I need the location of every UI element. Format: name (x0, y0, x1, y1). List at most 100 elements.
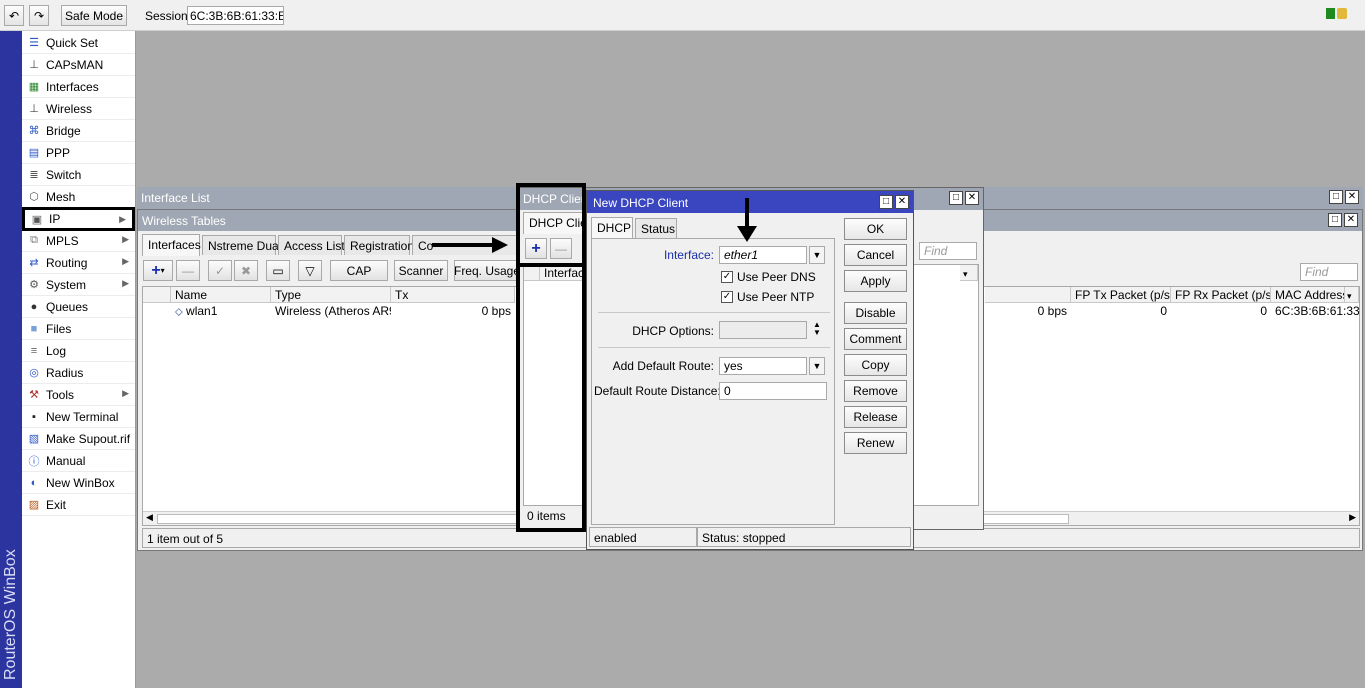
dhcp-form-panel: Interface: ether1 ▼ ✓ Use Peer DNS ✓ Use… (591, 238, 835, 525)
column-header-tx[interactable]: Tx (391, 287, 515, 303)
menu-item-system[interactable]: ⚙ System ▶ (22, 274, 135, 296)
add-default-route-select[interactable]: yes (719, 357, 807, 375)
menu-item-ppp[interactable]: ▤ PPP (22, 142, 135, 164)
maximize-button[interactable]: □ (879, 195, 893, 209)
use-peer-ntp-checkbox[interactable]: ✓ Use Peer NTP (721, 290, 814, 304)
menu-item-exit[interactable]: ▨ Exit (22, 494, 135, 516)
chevron-down-icon: ▾ (160, 266, 165, 275)
menu-item-mpls[interactable]: ⧉ MPLS ▶ (22, 230, 135, 252)
freq-usage-button[interactable]: Freq. Usage (454, 260, 520, 281)
menu-item-new-terminal[interactable]: ▪ New Terminal (22, 406, 135, 428)
maximize-button[interactable]: □ (949, 191, 963, 205)
column-header-name[interactable]: Name (171, 287, 271, 303)
copy-button[interactable]: Copy (844, 354, 907, 376)
dhcp-options-spinner[interactable]: ▲ ▼ (811, 321, 823, 339)
menu-item-files[interactable]: ■ Files (22, 318, 135, 340)
add-default-route-dropdown[interactable]: ▼ (809, 357, 825, 375)
menu-item-switch[interactable]: ≣ Switch (22, 164, 135, 186)
menu-item-ip[interactable]: ▣ IP ▶ (22, 207, 135, 231)
menu-item-wireless[interactable]: ⊥ Wireless (22, 98, 135, 120)
comment-button[interactable]: Comment (844, 328, 907, 350)
column-header-fp-rx[interactable]: FP Rx Packet (p/s) (1171, 287, 1271, 303)
interface-dropdown[interactable]: ▼ (809, 246, 825, 264)
interface-select[interactable]: ether1 (719, 246, 807, 264)
column-header-mac[interactable]: MAC Address (1271, 287, 1345, 303)
dhcp-options-field[interactable] (719, 321, 807, 339)
item-count: 1 item out of 5 (147, 532, 224, 546)
renew-button[interactable]: Renew (844, 432, 907, 454)
comment-button[interactable]: ▭ (266, 260, 290, 281)
scroll-left-icon[interactable]: ◀ (146, 512, 153, 523)
use-peer-ntp-label: Use Peer NTP (737, 290, 815, 304)
menu-item-routing[interactable]: ⇄ Routing ▶ (22, 252, 135, 274)
cap-button[interactable]: CAP (330, 260, 388, 281)
chevron-down-icon: ▼ (812, 250, 822, 260)
scroll-right-icon[interactable]: ▶ (1349, 512, 1356, 523)
tab-status[interactable]: Status (635, 218, 677, 238)
redo-button[interactable]: ↷ (29, 5, 49, 26)
apply-button[interactable]: Apply (844, 270, 907, 292)
disable-button[interactable]: ✖ (234, 260, 258, 281)
menu-item-manual[interactable]: ⓘ Manual (22, 450, 135, 472)
find-input[interactable]: Find (919, 242, 977, 260)
menu-item-radius[interactable]: ◎ Radius (22, 362, 135, 384)
enable-button[interactable]: ✓ (208, 260, 232, 281)
tab-dhcp-client[interactable]: DHCP Client (523, 212, 597, 234)
tab-dhcp[interactable]: DHCP (591, 217, 633, 239)
column-header-rx[interactable] (985, 287, 1071, 303)
close-button[interactable]: ✕ (965, 191, 979, 205)
column-header-flag[interactable] (143, 287, 171, 303)
default-route-distance-input[interactable]: 0 (719, 382, 827, 400)
close-button[interactable]: ✕ (895, 195, 909, 209)
cancel-button[interactable]: Cancel (844, 244, 907, 266)
filter-icon: ▽ (305, 263, 315, 278)
menu-item-queues[interactable]: ● Queues (22, 296, 135, 318)
maximize-button[interactable]: □ (1329, 190, 1343, 204)
menu-item-tools[interactable]: ⚒ Tools ▶ (22, 384, 135, 406)
column-header-flag[interactable] (524, 265, 540, 281)
close-button[interactable]: ✕ (1345, 190, 1359, 204)
mesh-icon: ⬡ (29, 191, 39, 203)
find-input[interactable]: Find (1300, 263, 1358, 281)
undo-button[interactable]: ↶ (4, 5, 24, 26)
safe-mode-button[interactable]: Safe Mode (61, 5, 127, 26)
add-button[interactable]: + ▾ (143, 260, 173, 281)
columns-dropdown[interactable]: ▾ (1345, 287, 1359, 303)
disable-button[interactable]: Disable (844, 302, 907, 324)
menu-item-quick-set[interactable]: ☰ Quick Set (22, 32, 135, 54)
release-button[interactable]: Release (844, 406, 907, 428)
remove-button[interactable]: — (550, 238, 572, 259)
menu-item-label: PPP (46, 145, 71, 160)
use-peer-dns-checkbox[interactable]: ✓ Use Peer DNS (721, 270, 816, 284)
menu-item-log[interactable]: ≡ Log (22, 340, 135, 362)
remove-button[interactable]: Remove (844, 380, 907, 402)
cell-name: ⬦ wlan1 (171, 304, 271, 319)
close-button[interactable]: ✕ (1344, 213, 1358, 227)
column-header-fp-tx[interactable]: FP Tx Packet (p/s) (1071, 287, 1171, 303)
menu-item-make-supout-rif[interactable]: ▧ Make Supout.rif (22, 428, 135, 450)
remove-button[interactable]: — (176, 260, 200, 281)
ok-button[interactable]: OK (844, 218, 907, 240)
menu-item-label: Manual (46, 453, 86, 468)
divider (598, 347, 830, 348)
maximize-button[interactable]: □ (1328, 213, 1342, 227)
menu-item-capsman[interactable]: ⊥ CAPsMAN (22, 54, 135, 76)
brand-label: RouterOS WinBox (2, 549, 19, 680)
session-field[interactable]: 6C:3B:6B:61:33:EC (187, 6, 284, 25)
tab-interfaces[interactable]: Interfaces (142, 234, 201, 256)
menu-item-interfaces[interactable]: ▦ Interfaces (22, 76, 135, 98)
tab-registration[interactable]: Registration (344, 235, 414, 255)
menu-item-new-winbox[interactable]: ◐ New WinBox (22, 472, 135, 494)
menu-item-label: Log (46, 343, 67, 358)
tab-access-list[interactable]: Access List (278, 235, 345, 255)
menu-item-label: Queues (46, 299, 89, 314)
tab-nstreme-dual[interactable]: Nstreme Dual (202, 235, 281, 255)
add-button[interactable]: + (525, 238, 547, 259)
menu-item-bridge[interactable]: ⌘ Bridge (22, 120, 135, 142)
columns-dropdown[interactable]: ▾ (960, 265, 978, 281)
filter-button[interactable]: ▽ (298, 260, 322, 281)
column-header-type[interactable]: Type (271, 287, 391, 303)
scanner-button[interactable]: Scanner (394, 260, 448, 281)
menu-item-mesh[interactable]: ⬡ Mesh (22, 186, 135, 208)
terminal-icon: ▪ (32, 410, 36, 423)
